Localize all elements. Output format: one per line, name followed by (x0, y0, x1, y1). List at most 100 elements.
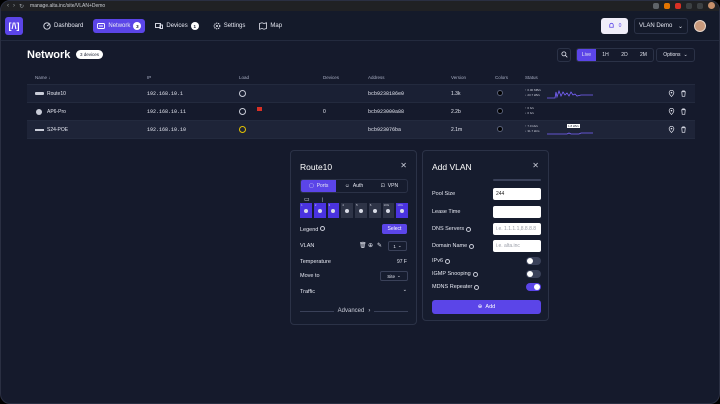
trash-icon[interactable] (680, 90, 687, 97)
port-4[interactable]: 4 (341, 203, 353, 218)
col-ip[interactable]: IP (147, 75, 151, 80)
status-sparkline: ↑ 0 b/s ↓ 0 b/s (525, 106, 595, 118)
igmp-snooping-toggle[interactable] (526, 270, 541, 278)
locate-icon[interactable] (668, 125, 675, 134)
help-icon[interactable] (319, 226, 325, 231)
notification-button[interactable]: 0 (601, 18, 628, 34)
nav-network[interactable]: Network 3 (93, 19, 146, 33)
puzzle-icon[interactable] (697, 2, 703, 9)
status-sparkline: ↑ 0.00 MB/s ↓ 23.7 kB/s (525, 88, 595, 100)
advanced-toggle[interactable]: Advanced › (300, 308, 408, 314)
extension-icon[interactable] (675, 2, 681, 9)
forward-icon[interactable]: › (13, 3, 15, 10)
tab-vpn[interactable]: ⊡ VPN (372, 180, 407, 192)
search-button[interactable] (557, 48, 571, 62)
range-2m[interactable]: 2M (634, 49, 653, 61)
dns-servers-input[interactable]: i.e. 1.1.1.1,8.8.8.8 (493, 223, 541, 235)
port-6[interactable]: 6 (368, 203, 381, 218)
col-colors[interactable]: Colors (495, 75, 508, 80)
status-up: ↑ 0.00 MB/s (525, 88, 541, 92)
legend-label: Legend (300, 226, 325, 233)
domain-name-input[interactable]: i.e. alta.inc (493, 240, 541, 252)
trash-icon[interactable] (680, 108, 687, 115)
table-header: Name ↓ IP Load Devices Address Version C… (27, 70, 695, 85)
tab-auth[interactable]: ☺ Auth (336, 180, 371, 192)
port-8[interactable]: 10G (396, 203, 408, 218)
port-2[interactable]: 2 (313, 203, 326, 218)
tab-ports[interactable]: ▢ Ports (301, 180, 337, 192)
star-icon[interactable] (653, 2, 659, 9)
col-version[interactable]: Version (451, 75, 466, 80)
table-row[interactable]: Route10 192.168.10.1 bcb9238186e0 1.3k ↑… (27, 85, 695, 103)
table-row[interactable]: AP6-Pro 192.168.10.11 0 bcb923000a88 2.2… (27, 103, 695, 121)
color-swatch[interactable] (497, 90, 503, 96)
device-name[interactable]: Route10 (47, 91, 66, 97)
help-icon[interactable] (445, 258, 451, 264)
locate-icon[interactable] (668, 89, 675, 98)
nav-network-badge: 3 (133, 22, 142, 30)
chevron-down-icon: ⌄ (683, 52, 688, 58)
user-avatar[interactable] (694, 20, 706, 32)
help-icon[interactable] (474, 284, 480, 290)
col-address[interactable]: Address (368, 75, 385, 80)
trash-icon[interactable]: 🗑 (359, 242, 367, 249)
help-icon[interactable] (469, 243, 475, 249)
color-swatch[interactable] (497, 108, 503, 114)
nav-settings[interactable]: Settings (209, 19, 250, 33)
alta-logo[interactable]: [/\] (5, 17, 23, 35)
help-icon[interactable] (466, 226, 472, 232)
color-swatch[interactable] (497, 126, 503, 132)
extension-icon[interactable] (686, 2, 692, 9)
pool-size-input[interactable]: 244 (493, 188, 541, 200)
port-3[interactable]: 3 (327, 203, 340, 218)
device-version: 2.1m (451, 127, 463, 133)
add-icon[interactable]: ⊕ (368, 242, 373, 249)
help-icon[interactable] (472, 271, 478, 277)
device-detail-panel: Route10 ✕ ▢ Ports ☺ Auth ⊡ VPN ▭ ⌇ Legen… (290, 150, 417, 325)
col-status[interactable]: Status (525, 75, 538, 80)
nav-devices[interactable]: Devices 1 (151, 19, 202, 33)
device-ip: 192.168.10.1 (147, 91, 184, 97)
port-7[interactable]: 10G (382, 203, 395, 218)
options-button[interactable]: Options ⌄ (656, 48, 695, 62)
nav-map[interactable]: Map (255, 19, 286, 33)
select-button[interactable]: Select (382, 224, 407, 234)
port-1[interactable]: 1 (300, 203, 312, 218)
reload-icon[interactable]: ↻ (19, 3, 24, 10)
col-load[interactable]: Load (239, 75, 249, 80)
close-icon[interactable]: ✕ (532, 161, 539, 170)
access-point-icon (36, 109, 42, 115)
device-name[interactable]: S24-POE (47, 127, 68, 133)
igmp-snooping-label: IGMP Snooping (432, 271, 478, 277)
col-devices[interactable]: Devices (323, 75, 339, 80)
extension-icon[interactable] (664, 2, 670, 9)
status-up: ↑ 0 b/s (525, 106, 534, 110)
device-version: 2.2b (451, 109, 461, 115)
port-5[interactable]: 5 (355, 203, 367, 218)
col-name[interactable]: Name ↓ (35, 75, 51, 80)
edit-icon[interactable]: ✎ (377, 242, 382, 249)
chevron-down-icon[interactable]: ⌄ (403, 287, 407, 293)
org-selector[interactable]: VLAN Demo ⌄ (634, 18, 688, 34)
device-address: bcb9238186e0 (368, 91, 405, 97)
locate-icon[interactable] (668, 107, 675, 116)
address-bar[interactable]: manage.alta.inc/site/VLAN+Demo (30, 3, 105, 9)
back-icon[interactable]: ‹ (7, 3, 9, 10)
move-to-select[interactable]: Site ⌄ (380, 271, 408, 281)
add-vlan-button[interactable]: ⊕ Add (432, 300, 541, 314)
temperature-value: 97 F (396, 259, 407, 265)
range-2d[interactable]: 2D (615, 49, 634, 61)
browser-nav: ‹ › ↻ (1, 3, 24, 10)
range-live[interactable]: Live (577, 49, 596, 61)
table-row[interactable]: S24-POE 192.168.10.10 bcb923076ba 2.1m ↑… (27, 121, 695, 139)
range-1h[interactable]: 1H (596, 49, 615, 61)
vlan-select[interactable]: 1 ⌄ (388, 241, 407, 251)
device-name[interactable]: AP6-Pro (47, 109, 66, 115)
browser-profile-avatar[interactable] (708, 2, 715, 9)
close-icon[interactable]: ✕ (400, 161, 407, 170)
lease-time-input[interactable] (493, 206, 541, 218)
ipv6-toggle[interactable] (526, 257, 541, 265)
trash-icon[interactable] (680, 126, 687, 133)
mdns-repeater-toggle[interactable] (526, 283, 541, 291)
nav-dashboard[interactable]: Dashboard (39, 19, 87, 33)
